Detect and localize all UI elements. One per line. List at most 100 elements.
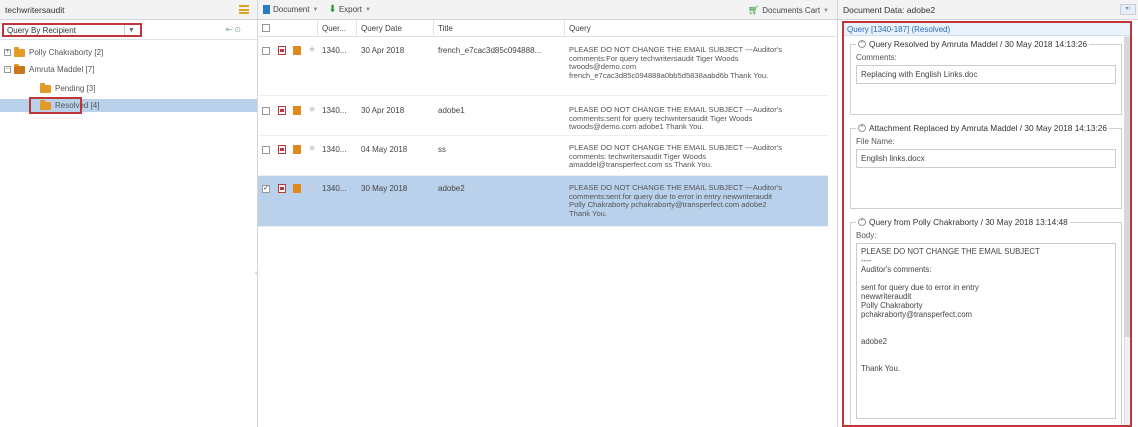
query-by-select[interactable]: Query By Recipient ▼ [2,23,142,37]
query-tree-pane: techwritersaudit Query By Recipient ▼ ⇤⊙… [0,0,258,427]
pdf-icon[interactable] [278,184,286,193]
collapse-icon[interactable]: ^ [858,124,866,132]
document-menu-button[interactable]: Document ▼ [263,5,318,14]
column-divider [433,20,434,37]
pdf-icon[interactable] [278,106,286,115]
collapse-icon[interactable]: ^ [858,218,866,226]
expand-icon[interactable]: + [4,49,11,56]
column-header-query-date[interactable]: Query Date [361,24,402,33]
note-icon[interactable] [293,106,301,115]
resolved-section-heading: Query Resolved by Amruta Maddel / 30 May… [869,39,1088,49]
resolved-highlight-outline [29,97,82,114]
folder-icon [14,46,25,57]
body-field[interactable]: PLEASE DO NOT CHANGE THE EMAIL SUBJECT -… [856,243,1116,419]
query-date: 30 May 2018 [361,184,408,193]
query-text: PLEASE DO NOT CHANGE THE EMAIL SUBJECT -… [569,45,782,80]
export-menu-label: Export [338,5,362,14]
query-section-legend[interactable]: ^ Query from Polly Chakraborty / 30 May … [856,217,1070,227]
query-date: 30 Apr 2018 [361,46,405,55]
export-menu-button[interactable]: ⬇ Export ▼ [328,4,370,15]
note-icon[interactable] [293,145,301,154]
table-row-selected[interactable]: ✓ ★ 1340... 30 May 2018 adobe2 PLEASE DO… [258,176,828,227]
tree-item-label: Polly Chakraborty [2] [29,48,104,57]
query-id: 1340... [322,184,347,193]
table-header: Quer... Query Date Title Query [258,20,837,37]
document-title: adobe1 [438,106,465,115]
query-detail-title: Query [1340-187] (Resolved) [844,23,1130,36]
query-list-pane: ‹ Document ▼ ⬇ Export ▼ 🛒︎ Documents Car… [255,0,838,427]
document-title: adobe2 [438,184,465,193]
row-checkbox-checked[interactable]: ✓ [262,185,270,193]
toolbar: Document ▼ ⬇ Export ▼ 🛒︎ Documents Cart … [258,0,837,20]
detail-scrollbar-thumb[interactable] [1124,37,1130,337]
column-header-query[interactable]: Quer... [322,24,346,33]
star-icon[interactable]: ★ [308,104,316,115]
query-text: PLEASE DO NOT CHANGE THE EMAIL SUBJECT -… [569,143,782,170]
file-name-field[interactable]: English links.docx [856,149,1116,168]
query-section-heading: Query from Polly Chakraborty / 30 May 20… [869,217,1068,227]
chevron-down-icon: ▼ [312,6,319,13]
document-title: french_e7cac3d85c094888... [438,46,542,55]
document-title: ss [438,145,446,154]
star-icon[interactable]: ★ [308,44,316,55]
pdf-icon[interactable] [278,145,286,154]
project-title: techwritersaudit [5,4,65,15]
filter-row: Query By Recipient ▼ ⇤⊙ [0,20,257,40]
chevron-down-icon[interactable]: ▼ [124,25,138,35]
tree-item-polly[interactable]: + Polly Chakraborty [2] [4,46,103,59]
cart-icon: 🛒︎ [747,5,760,15]
table-row[interactable]: ★ 1340... 30 Apr 2018 french_e7cac3d85c0… [258,38,828,96]
tree-item-amruta[interactable]: − Amruta Maddel [7] [4,63,94,76]
query-id: 1340... [322,46,347,55]
pdf-icon[interactable] [278,46,286,55]
table-row[interactable]: ★ 1340... 04 May 2018 ss PLEASE DO NOT C… [258,136,828,176]
column-divider [356,20,357,37]
documents-cart-button[interactable]: 🛒︎ Documents Cart ▼ [748,5,829,16]
row-checkbox[interactable] [262,47,270,55]
collapse-icon[interactable]: ^ [858,40,866,48]
pin-panel-icon[interactable]: ▾⁝ [1120,4,1136,15]
query-date: 04 May 2018 [361,145,408,154]
star-icon[interactable]: ★ [308,182,316,193]
note-icon[interactable] [293,46,301,55]
tree-item-label: Pending [3] [55,84,96,93]
menu-icon[interactable] [239,5,249,14]
table-row[interactable]: ★ 1340... 30 Apr 2018 adobe1 PLEASE DO N… [258,96,828,136]
document-data-pane: Document Data: adobe2 ▾⁝ Query [1340-187… [838,0,1138,427]
folder-icon [40,82,51,93]
left-pane-header: techwritersaudit [0,0,257,20]
query-id: 1340... [322,145,347,154]
query-text: PLEASE DO NOT CHANGE THE EMAIL SUBJECT -… [569,183,782,218]
star-icon[interactable]: ★ [308,143,316,154]
query-detail-panel: Query [1340-187] (Resolved) ^ Query Reso… [842,21,1132,427]
attachment-section: ^ Attachment Replaced by Amruta Maddel /… [850,123,1122,209]
body-label: Body: [856,231,877,240]
column-divider [564,20,565,37]
query-by-select-value: Query By Recipient [7,25,76,35]
tree-item-label: Amruta Maddel [7] [29,65,95,74]
select-all-checkbox[interactable] [262,24,270,32]
collapse-expand-icons[interactable]: ⇤⊙ [226,25,243,34]
resolved-section-legend[interactable]: ^ Query Resolved by Amruta Maddel / 30 M… [856,39,1089,49]
pane-splitter-handle[interactable]: ‹ [255,270,258,282]
column-header-query-text[interactable]: Query [569,24,591,33]
note-icon[interactable] [293,184,301,193]
attachment-section-heading: Attachment Replaced by Amruta Maddel / 3… [869,123,1107,133]
document-icon [263,5,270,14]
chevron-down-icon: ▼ [823,7,829,14]
row-checkbox[interactable] [262,146,270,154]
attachment-section-legend[interactable]: ^ Attachment Replaced by Amruta Maddel /… [856,123,1109,133]
query-date: 30 Apr 2018 [361,106,405,115]
query-text: PLEASE DO NOT CHANGE THE EMAIL SUBJECT -… [569,105,782,132]
chevron-down-icon: ▼ [364,6,371,13]
tree-item-pending[interactable]: Pending [3] [40,82,95,95]
export-arrow-icon: ⬇ [328,4,337,15]
column-header-title[interactable]: Title [438,24,453,33]
collapse-icon[interactable]: − [4,66,11,73]
query-id: 1340... [322,106,347,115]
comments-label: Comments: [856,53,897,62]
resolved-section: ^ Query Resolved by Amruta Maddel / 30 M… [850,39,1122,115]
row-checkbox[interactable] [262,107,270,115]
comments-field[interactable]: Replacing with English Links.doc [856,65,1116,84]
document-data-title: Document Data: adobe2 [843,4,936,15]
